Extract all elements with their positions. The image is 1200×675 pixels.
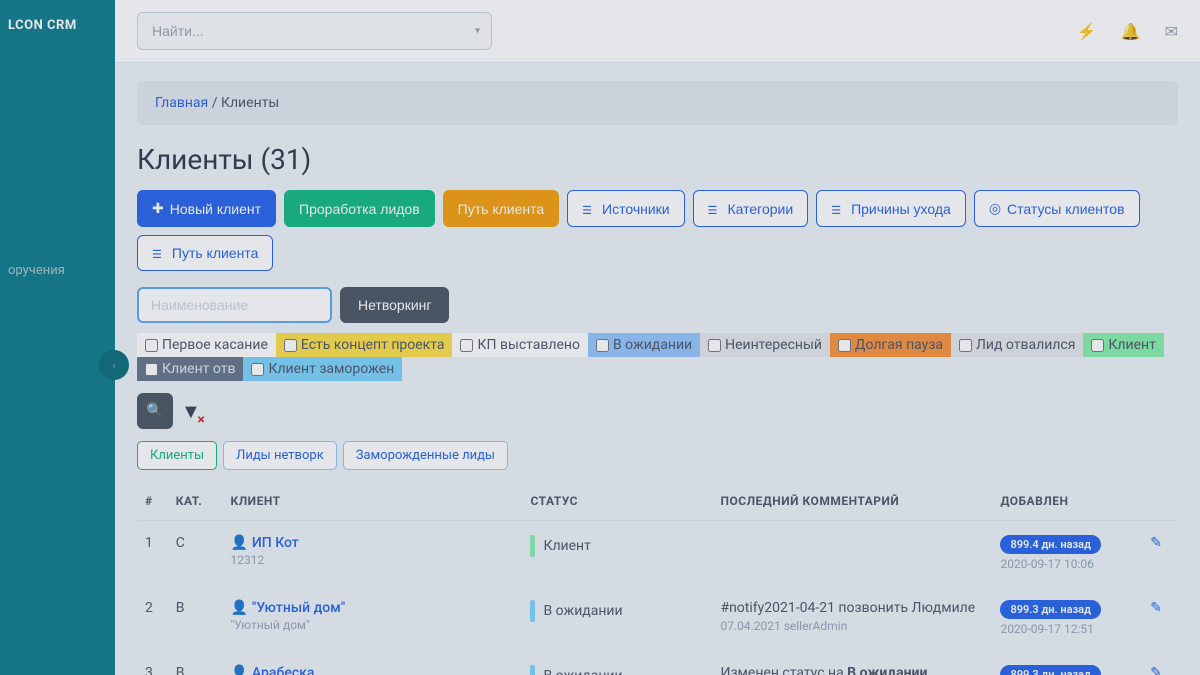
table-row: 2B👤"Уютный дом""Уютный дом"В ожидании#no… [137,586,1178,651]
status-filters: Первое касание Есть концепт проекта КП в… [137,333,1178,381]
status-bar [530,665,535,675]
view-tab[interactable]: Клиенты [137,441,217,470]
view-tab[interactable]: Лиды нетворк [223,441,337,470]
status-filter-checkbox[interactable] [959,339,972,352]
status-filter-checkbox[interactable] [145,363,158,376]
sources-button[interactable]: Источники [567,190,684,227]
col-cat[interactable]: КАТ. [168,482,223,521]
name-filter-input[interactable] [137,287,332,323]
client-statuses-button[interactable]: ◎Статусы клиентов [974,190,1140,227]
status-filter-chip[interactable]: Первое касание [137,333,276,357]
list-icon [152,245,166,261]
leave-reasons-button[interactable]: Причины ухода [816,190,966,227]
status-filter-chip[interactable]: Неинтересный [700,333,830,357]
bell-icon[interactable]: 🔔 [1121,22,1141,41]
search-button[interactable]: 🔍 [137,393,173,429]
status-filter-chip[interactable]: Клиент заморожен [243,357,402,381]
time-badge: 899.4 дн. назад [1000,535,1101,554]
status-filter-checkbox[interactable] [145,339,158,352]
status-filter-checkbox[interactable] [251,363,264,376]
search-dropdown-caret[interactable]: ▾ [475,26,480,37]
status-filter-checkbox[interactable] [596,339,609,352]
col-status[interactable]: СТАТУС [522,482,712,521]
status-filter-chip[interactable]: Есть концепт проекта [276,333,453,357]
client-link[interactable]: 👤"Уютный дом" [230,600,345,616]
main-area: ▾ ⚡ 🔔 ✉ Главная / Клиенты Клиенты (31) ✚… [115,0,1200,675]
new-client-button[interactable]: ✚Новый клиент [137,190,276,227]
search-wrap: ▾ [137,12,492,50]
client-path2-button[interactable]: Путь клиента [137,235,273,271]
status-filter-checkbox[interactable] [1091,339,1104,352]
status-filter-checkbox[interactable] [838,339,851,352]
status-filter-chip[interactable]: Клиент [1083,333,1163,357]
leads-button[interactable]: Проработка лидов [284,190,435,227]
table-row: 3B👤АрабескаВ ожиданииИзменен статус на В… [137,651,1178,675]
client-path-button[interactable]: Путь клиента [443,190,560,227]
status-filter-checkbox[interactable] [460,339,473,352]
status-filter-checkbox[interactable] [708,339,721,352]
status-filter-chip[interactable]: Клиент отв [137,357,243,381]
status-filter-chip[interactable]: В ожидании [588,333,700,357]
list-icon [582,201,596,217]
edit-icon[interactable]: ✎ [1150,665,1162,675]
sidebar-collapse-button[interactable]: ‹ [99,350,129,380]
sidebar: LCON CRM оручения ‹ [0,0,115,675]
time-badge: 899.3 дн. назад [1000,665,1101,675]
client-link[interactable]: 👤ИП Кот [230,535,298,551]
bolt-icon[interactable]: ⚡ [1077,22,1097,41]
clients-table: # КАТ. КЛИЕНТ СТАТУС ПОСЛЕДНИЙ КОММЕНТАР… [137,482,1178,675]
status-filter-chip[interactable]: Долгая пауза [830,333,951,357]
user-icon: 👤 [230,535,247,551]
target-icon: ◎ [989,200,1001,217]
filter-row: Нетворкинг [137,287,1178,323]
user-icon: 👤 [230,665,247,675]
status-filter-chip[interactable]: КП выставлено [452,333,587,357]
time-badge: 899.3 дн. назад [1000,600,1101,619]
status-filter-chip[interactable]: Лид отвалился [951,333,1083,357]
categories-button[interactable]: Категории [693,190,809,227]
breadcrumb-home[interactable]: Главная [155,95,208,111]
list-icon [708,201,722,217]
view-tab[interactable]: Заморожденные лиды [343,441,508,470]
col-client[interactable]: КЛИЕНТ [222,482,522,521]
page-title: Клиенты (31) [137,143,1178,176]
client-link[interactable]: 👤Арабеска [230,665,314,675]
edit-icon[interactable]: ✎ [1150,600,1162,616]
user-icon: 👤 [230,600,247,616]
status-filter-checkbox[interactable] [284,339,297,352]
clear-filter-icon[interactable]: ▼ [181,399,201,424]
topbar: ▾ ⚡ 🔔 ✉ [115,0,1200,63]
status-bar [530,535,535,557]
col-num[interactable]: # [137,482,168,521]
action-buttons-row: ✚Новый клиент Проработка лидов Путь клие… [137,190,1178,227]
breadcrumb: Главная / Клиенты [137,81,1178,125]
content: Главная / Клиенты Клиенты (31) ✚Новый кл… [115,63,1200,675]
sidebar-item-tasks[interactable]: оручения [0,251,115,290]
breadcrumb-current: Клиенты [221,95,279,111]
table-row: 1C👤ИП Кот12312Клиент899.4 дн. назад2020-… [137,521,1178,586]
col-added[interactable]: ДОБАВЛЕН [992,482,1142,521]
edit-icon[interactable]: ✎ [1150,535,1162,551]
list-icon [831,201,845,217]
mail-icon[interactable]: ✉ [1165,22,1178,41]
status-bar [530,600,535,622]
plus-icon: ✚ [152,200,164,217]
col-comment[interactable]: ПОСЛЕДНИЙ КОММЕНТАРИЙ [712,482,992,521]
networking-button[interactable]: Нетворкинг [340,287,449,323]
app-logo: LCON CRM [0,0,115,51]
search-input[interactable] [137,12,492,50]
tab-row: КлиентыЛиды нетворкЗаморожденные лиды [137,441,1178,470]
